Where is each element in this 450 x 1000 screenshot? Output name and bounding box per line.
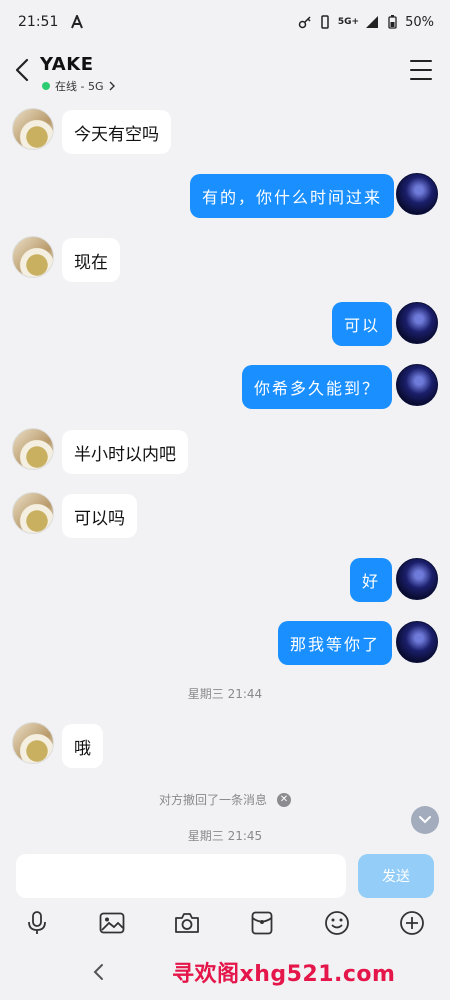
message-bubble-sent[interactable]: 你希多久能到？ — [242, 365, 393, 409]
chevron-left-icon — [93, 964, 103, 980]
status-bar: 21:51 5G+ 50% — [0, 0, 450, 44]
message-timestamp: 星期三 21:45 — [187, 829, 263, 843]
key-icon — [298, 15, 312, 29]
vibrate-icon — [318, 15, 332, 29]
contact-avatar[interactable] — [12, 236, 54, 278]
message-bubble-received[interactable]: 今天有空吗 — [62, 110, 171, 154]
image-icon[interactable] — [97, 908, 127, 938]
watermark-text: 寻欢阁xhg521.com — [172, 962, 396, 987]
my-avatar[interactable] — [396, 364, 438, 406]
microphone-icon[interactable] — [22, 908, 52, 938]
message-bubble-sent[interactable]: 有的，你什么时间过来 — [190, 174, 395, 218]
menu-button[interactable] — [410, 60, 432, 80]
red-packet-icon[interactable] — [247, 908, 277, 938]
recall-notice: 对方撤回了一条消息 ✕ — [0, 791, 450, 808]
menu-line — [410, 69, 432, 71]
scroll-to-bottom-button[interactable] — [411, 806, 439, 834]
contact-avatar[interactable] — [12, 428, 54, 470]
system-back-button[interactable] — [88, 962, 108, 982]
message-input[interactable] — [16, 854, 346, 898]
contact-status-text: 在线 - 5G — [55, 80, 104, 93]
contact-avatar[interactable] — [12, 492, 54, 534]
message-bubble-received[interactable]: 现在 — [62, 238, 120, 282]
contact-name[interactable]: YAKE — [40, 54, 94, 75]
back-button[interactable] — [10, 56, 34, 84]
my-avatar[interactable] — [396, 558, 438, 600]
message-bubble-received[interactable]: 哦 — [62, 724, 103, 768]
message-bubble-received[interactable]: 半小时以内吧 — [62, 430, 188, 474]
status-time: 21:51 — [18, 14, 59, 30]
my-avatar[interactable] — [396, 621, 438, 663]
message-bubble-sent[interactable]: 可以 — [332, 302, 393, 346]
menu-line — [410, 60, 432, 62]
message-bubble-sent[interactable]: 好 — [350, 558, 393, 602]
my-avatar[interactable] — [396, 173, 438, 215]
online-indicator — [42, 82, 50, 90]
battery-level: 50% — [405, 14, 434, 30]
composer-toolbar — [0, 904, 450, 944]
menu-line — [410, 78, 432, 80]
send-button[interactable]: 发送 — [358, 854, 434, 898]
emoji-icon[interactable] — [322, 908, 352, 938]
network-type: 5G+ — [337, 17, 360, 27]
message-bubble-received[interactable]: 可以吗 — [62, 494, 137, 538]
my-avatar[interactable] — [396, 302, 438, 344]
signal-icon — [365, 15, 379, 29]
message-timestamp: 星期三 21:44 — [187, 687, 263, 701]
chevron-right-icon — [109, 81, 115, 91]
camera-icon[interactable] — [172, 908, 202, 938]
contact-avatar[interactable] — [12, 722, 54, 764]
composer: 发送 — [0, 848, 450, 904]
battery-icon — [385, 15, 399, 29]
close-icon[interactable]: ✕ — [277, 792, 291, 807]
notification-a-icon — [70, 15, 84, 29]
contact-status[interactable]: 在线 - 5G — [42, 78, 116, 94]
plus-icon[interactable] — [397, 908, 427, 938]
chevron-down-icon — [419, 816, 431, 824]
message-bubble-sent[interactable]: 那我等你了 — [278, 621, 393, 665]
contact-avatar[interactable] — [12, 108, 54, 150]
recall-notice-text: 对方撤回了一条消息 — [158, 793, 267, 807]
chevron-left-icon — [15, 58, 29, 82]
chat-header: YAKE 在线 - 5G — [0, 48, 450, 100]
